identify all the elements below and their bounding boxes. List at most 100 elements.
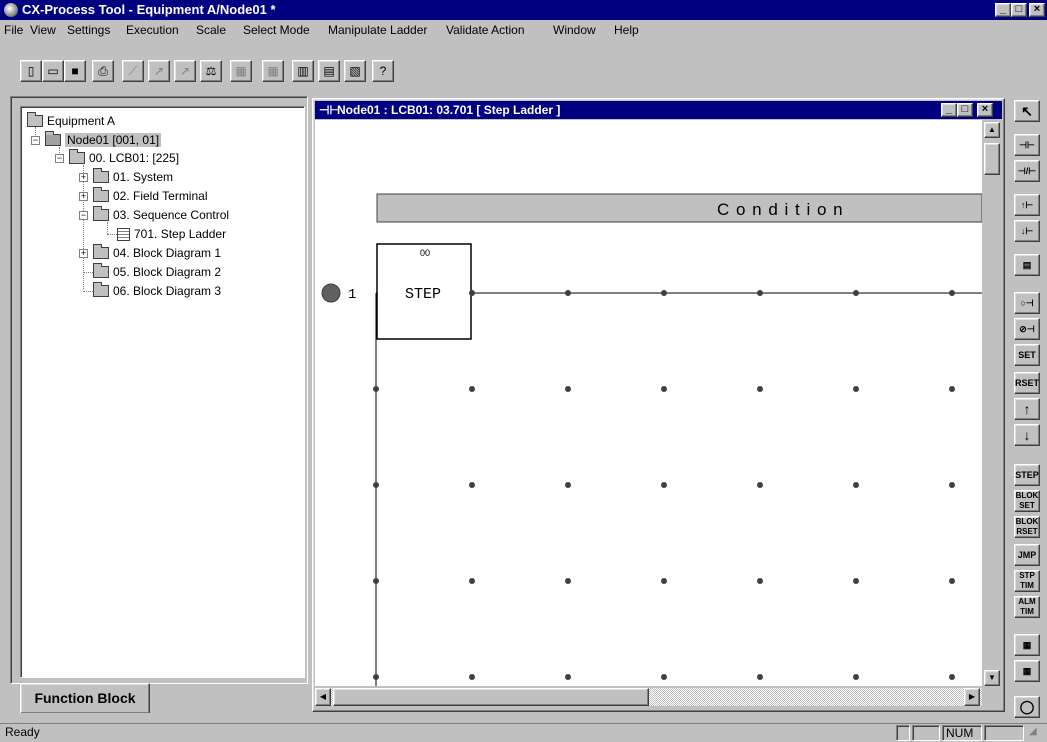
grid-dot[interactable] bbox=[469, 482, 475, 488]
block-contact-icon[interactable]: ▤ bbox=[1014, 254, 1040, 276]
select-arrow-icon[interactable]: ↖ bbox=[1014, 100, 1040, 122]
scroll-up-button[interactable]: ▲ bbox=[984, 122, 1000, 138]
insert-column-icon[interactable]: ▦ bbox=[1014, 660, 1040, 682]
tile-horizontal-icon[interactable]: ▤ bbox=[318, 60, 340, 82]
close-button[interactable]: × bbox=[1029, 3, 1045, 17]
palette-jmp[interactable]: JMP bbox=[1014, 544, 1040, 566]
tree-item-sequence-control[interactable]: 03. Sequence Control bbox=[93, 206, 229, 223]
collapse-lcb-icon[interactable]: − bbox=[55, 154, 64, 163]
tree-item-block-diagram-2[interactable]: 05. Block Diagram 2 bbox=[93, 263, 221, 280]
palette-step[interactable]: STEP bbox=[1014, 464, 1040, 486]
falling-edge-icon[interactable]: ↓⊢ bbox=[1014, 220, 1040, 242]
grid-dot[interactable] bbox=[565, 578, 571, 584]
palette-set[interactable]: SET bbox=[1014, 344, 1040, 366]
grid-dot[interactable] bbox=[757, 674, 763, 680]
contact-nc-icon[interactable]: ⊣/⊢ bbox=[1014, 160, 1040, 182]
resize-grip-icon[interactable]: ◢ bbox=[1026, 725, 1044, 741]
cascade-icon[interactable]: ▧ bbox=[344, 60, 366, 82]
tile-vertical-icon[interactable]: ▥ bbox=[292, 60, 314, 82]
collapse-node-icon[interactable]: − bbox=[31, 136, 40, 145]
collapse-sequence-control-icon[interactable]: − bbox=[79, 211, 88, 220]
expand-system-icon[interactable]: + bbox=[79, 173, 88, 182]
scroll-right-button[interactable]: ▶ bbox=[964, 688, 980, 706]
grid-dot[interactable] bbox=[757, 578, 763, 584]
project-tree[interactable]: Equipment A − Node01 [001, 01] − 00. LCB… bbox=[20, 106, 305, 678]
tree-item-lcb01[interactable]: 00. LCB01: [225] bbox=[69, 149, 179, 166]
menu-manipulate-ladder[interactable]: Manipulate Ladder bbox=[328, 23, 427, 37]
grid-dot[interactable] bbox=[853, 674, 859, 680]
grid-dot[interactable] bbox=[757, 290, 763, 296]
grid-dot[interactable] bbox=[661, 290, 667, 296]
grid-dot[interactable] bbox=[661, 674, 667, 680]
menu-view[interactable]: View bbox=[30, 23, 56, 37]
grid-dot[interactable] bbox=[373, 674, 379, 680]
grid-dot[interactable] bbox=[661, 482, 667, 488]
scale-balance-icon[interactable]: ⚖ bbox=[200, 60, 222, 82]
grid-dot[interactable] bbox=[853, 482, 859, 488]
help-icon[interactable]: ? bbox=[372, 60, 394, 82]
print-icon[interactable]: ⎙ bbox=[92, 60, 114, 82]
grid-dot[interactable] bbox=[853, 386, 859, 392]
save-icon[interactable]: ■ bbox=[64, 60, 86, 82]
palette-alm-tim[interactable]: ALM TIM bbox=[1014, 596, 1040, 618]
stop-icon[interactable]: ▦ bbox=[262, 60, 284, 82]
palette-blok-rset[interactable]: BLOK RSET bbox=[1014, 516, 1040, 538]
grid-dot[interactable] bbox=[373, 482, 379, 488]
palette-blok-set[interactable]: BLOK SET bbox=[1014, 490, 1040, 512]
grid-dot[interactable] bbox=[565, 482, 571, 488]
grid-dot[interactable] bbox=[853, 578, 859, 584]
grid-dot[interactable] bbox=[469, 674, 475, 680]
draw-line-icon[interactable]: ⟋ bbox=[122, 60, 144, 82]
grid-dot[interactable] bbox=[853, 290, 859, 296]
menu-window[interactable]: Window bbox=[553, 23, 596, 37]
tab-function-block[interactable]: Function Block bbox=[20, 683, 150, 713]
open-folder-icon[interactable]: ▭ bbox=[42, 60, 64, 82]
menu-file[interactable]: File bbox=[4, 23, 23, 37]
grid-dot[interactable] bbox=[949, 578, 955, 584]
menu-scale[interactable]: Scale bbox=[196, 23, 226, 37]
palette-rset[interactable]: RSET bbox=[1014, 372, 1040, 394]
insert-row-icon[interactable]: ▦ bbox=[1014, 634, 1040, 656]
minimize-button[interactable]: _ bbox=[995, 3, 1011, 17]
tree-item-step-ladder[interactable]: 701. Step Ladder bbox=[117, 226, 226, 242]
grid-dot[interactable] bbox=[469, 290, 475, 296]
grid-dot[interactable] bbox=[661, 578, 667, 584]
run-icon[interactable]: ▦ bbox=[230, 60, 252, 82]
ladder-canvas[interactable]: C o n d i t i o n 1 00 STEP bbox=[315, 120, 982, 686]
tree-item-root[interactable]: Equipment A bbox=[27, 112, 115, 129]
expand-block-diagram-1-icon[interactable]: + bbox=[79, 249, 88, 258]
scroll-left-button[interactable]: ◀ bbox=[315, 688, 331, 706]
tree-item-field-terminal[interactable]: 02. Field Terminal bbox=[93, 187, 208, 204]
palette-up-arrow-icon[interactable]: ↑ bbox=[1014, 398, 1040, 420]
coil-icon[interactable]: ○⊣ bbox=[1014, 292, 1040, 314]
app-icon[interactable] bbox=[4, 3, 18, 17]
grid-dot[interactable] bbox=[373, 386, 379, 392]
grid-dot[interactable] bbox=[949, 386, 955, 392]
menu-execution[interactable]: Execution bbox=[126, 23, 179, 37]
contact-no-icon[interactable]: ⊣⊢ bbox=[1014, 134, 1040, 156]
grid-dot[interactable] bbox=[469, 386, 475, 392]
draw-arrow2-icon[interactable]: ↗ bbox=[174, 60, 196, 82]
grid-dot[interactable] bbox=[661, 386, 667, 392]
horizontal-scroll-thumb[interactable] bbox=[333, 688, 649, 706]
rung-marker[interactable] bbox=[321, 283, 341, 303]
grid-dot[interactable] bbox=[949, 482, 955, 488]
grid-dot[interactable] bbox=[757, 386, 763, 392]
menu-help[interactable]: Help bbox=[614, 23, 639, 37]
coil-nc-icon[interactable]: ⊘⊣ bbox=[1014, 318, 1040, 340]
comment-icon[interactable]: ◯ bbox=[1014, 696, 1040, 718]
maximize-button[interactable]: □ bbox=[1011, 3, 1027, 17]
grid-dot[interactable] bbox=[949, 290, 955, 296]
grid-dot[interactable] bbox=[469, 578, 475, 584]
grid-dot[interactable] bbox=[565, 386, 571, 392]
grid-dot[interactable] bbox=[373, 578, 379, 584]
vertical-scroll-thumb[interactable] bbox=[984, 143, 1000, 175]
grid-dot[interactable] bbox=[757, 482, 763, 488]
child-maximize-button[interactable]: □ bbox=[957, 103, 973, 117]
child-close-button[interactable]: × bbox=[977, 103, 993, 117]
child-minimize-button[interactable]: _ bbox=[941, 103, 957, 117]
scroll-down-button[interactable]: ▼ bbox=[984, 670, 1000, 686]
rising-edge-icon[interactable]: ↑⊢ bbox=[1014, 194, 1040, 216]
draw-arrow-icon[interactable]: ↗ bbox=[148, 60, 170, 82]
grid-dot[interactable] bbox=[949, 674, 955, 680]
